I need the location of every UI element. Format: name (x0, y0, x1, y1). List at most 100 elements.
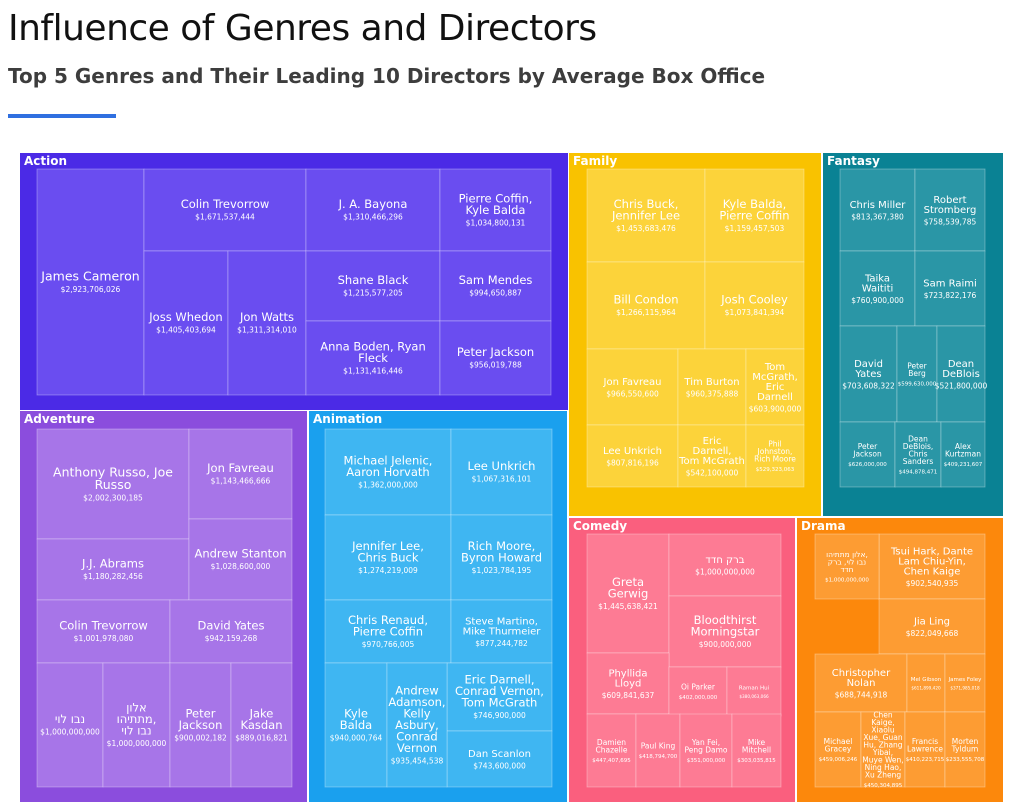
director-tile[interactable]: Bloodthirst Morningstar$900,000,000 (668, 595, 782, 668)
director-tile[interactable]: Andrew Adamson, Kelly Asbury, Conrad Vernon$9… (386, 662, 448, 788)
director-value: $902,540,935 (906, 579, 959, 588)
director-value: $900,002,182 (174, 733, 227, 742)
director-tile[interactable]: Rich Moore, Byron Howard$1,023,784,195 (450, 514, 553, 601)
director-name: Jon Favreau (603, 377, 662, 388)
director-tile[interactable]: Joss Whedon $1,405,403,694 (143, 250, 229, 396)
director-tile[interactable]: James Foley $371,985,018 (944, 653, 986, 713)
director-tile[interactable]: ברק חדד$1,000,000,000 (668, 533, 782, 597)
director-value: $994,650,887 (469, 289, 522, 298)
director-tile[interactable]: Eric Darnell, Conrad Vernon, Tom McGrath$7… (446, 662, 553, 732)
director-tile[interactable]: Robert Stromberg$758,539,785 (914, 168, 986, 252)
director-tile[interactable]: J. A. Bayona $1,310,466,296 (305, 168, 441, 252)
director-tile[interactable]: J.J. Abrams$1,180,282,456 (36, 538, 190, 601)
director-name: Michael Jelenic, Aaron Horvath (344, 453, 433, 479)
director-name: Francis Lawrence (907, 737, 943, 754)
director-tile[interactable]: Francis Lawrence $410,223,715 (904, 711, 946, 788)
director-tile[interactable]: Peter Jackson $956,019,788 (439, 320, 552, 396)
treemap-chart: ActionJames Cameron$2,923,706,026Colin T… (20, 153, 1003, 802)
director-tile[interactable]: Jon Watts $1,311,314,010 (227, 250, 307, 396)
director-value: $1,159,457,503 (725, 224, 785, 233)
director-tile[interactable]: Oi Parker $402,000,000 (668, 666, 728, 717)
director-tile[interactable]: Bill Condon$1,266,115,964 (586, 261, 706, 350)
director-value: $418,794,700 (639, 754, 678, 760)
director-tile[interactable]: James Cameron$2,923,706,026 (36, 168, 145, 396)
director-tile[interactable]: Paul King $418,794,700 (635, 713, 681, 788)
director-tile[interactable]: Josh Cooley$1,073,841,394 (704, 261, 805, 350)
director-value: $942,159,268 (205, 634, 258, 643)
director-tile[interactable]: Greta Gerwig$1,445,638,421 (586, 533, 670, 654)
director-value: $609,841,637 (602, 691, 655, 700)
director-tile[interactable]: Jon Favreau $1,143,466,666 (188, 428, 293, 520)
director-tile[interactable]: Tom McGrath, Eric Darnell$603,900,000 (745, 348, 805, 426)
director-tile[interactable]: Yan Fei, Peng Damo$351,000,000 (679, 713, 733, 788)
director-value: $822,049,668 (906, 629, 959, 638)
director-tile[interactable]: Michael Jelenic, Aaron Horvath$1,362,000,… (324, 428, 452, 516)
director-tile[interactable]: Jon Favreau$966,550,600 (586, 348, 679, 426)
director-tile[interactable]: David Yates$703,608,322 (839, 325, 898, 423)
director-value: $966,550,600 (606, 389, 659, 398)
director-tile[interactable]: נבו לוי $1,000,000,000 (36, 662, 104, 788)
director-tile[interactable]: Peter Berg $599,630,000 (896, 325, 938, 423)
director-value: $1,067,316,101 (472, 475, 532, 484)
director-tile[interactable]: Sam Raimi $723,822,176 (914, 250, 986, 327)
director-tile[interactable]: Morten Tyldum $233,555,708 (944, 711, 986, 788)
director-tile[interactable]: Chris Miller$813,367,380 (839, 168, 916, 252)
director-tile[interactable]: Lee Unkrich$807,816,196 (586, 424, 679, 488)
director-tile[interactable]: Alex Kurtzman$409,231,607 (940, 421, 986, 488)
director-tile[interactable]: Peter Jackson$626,000,000 (839, 421, 896, 488)
director-name: Andrew Stanton (194, 547, 286, 561)
director-value: $935,454,538 (391, 756, 444, 765)
director-tile[interactable]: Steve Martino, Mike Thurmeier $877,244,782 (450, 599, 553, 664)
director-tile[interactable]: Peter Jackson$900,002,182 (169, 662, 232, 788)
director-value: $1,000,000,000 (107, 739, 167, 748)
director-tile[interactable]: Anthony Russo, Joe Russo$2,002,300,185 (36, 428, 190, 540)
director-tile[interactable]: Michael Gracey $459,006,246 (814, 711, 862, 788)
director-tile-rect (668, 666, 728, 717)
director-value: $900,000,000 (699, 640, 752, 649)
director-tile[interactable]: Damien Chazelle $447,407,695 (586, 713, 637, 788)
director-name: Michael Gracey (824, 737, 853, 754)
director-value: $2,002,300,185 (83, 493, 143, 502)
director-tile[interactable]: Jia Ling $822,049,668 (878, 598, 986, 655)
director-tile[interactable]: Dean DeBlois$521,800,000 (935, 325, 988, 423)
director-value: $233,555,708 (946, 757, 985, 763)
director-tile[interactable]: Mike Mitchell$303,035,815 (731, 713, 782, 788)
director-tile[interactable]: Mel Gibson $611,899,420 (906, 653, 946, 713)
director-tile[interactable]: אלון מתתיהו, נבו לוי, ברק חדד$1,000,000,00… (814, 533, 880, 600)
director-name: Steve Martino, Mike Thurmeier (463, 616, 542, 637)
director-tile[interactable]: Chris Buck, Jennifer Lee$1,453,683,476 (586, 168, 706, 263)
director-tile[interactable]: Phil Johnston, Rich Moore$529,323,063 (745, 424, 805, 488)
director-tile[interactable]: Chen Kaige, Xiaolu Xue, Guan Hu, Zhang Yibai,… (860, 711, 906, 790)
director-tile[interactable]: Anna Boden, Ryan Fleck$1,131,416,446 (305, 320, 441, 396)
director-tile[interactable]: Chris Renaud, Pierre Coffin$970,766,005 (324, 599, 452, 664)
director-tile[interactable]: Dan Scanlon$743,600,000 (446, 730, 553, 788)
director-tile[interactable]: Kyle Balda$940,000,764 (324, 662, 388, 788)
director-tile[interactable]: Andrew Stanton$1,028,600,000 (188, 518, 293, 601)
director-tile[interactable]: Dean DeBlois, Chris Sanders$494,878,471 (894, 421, 942, 488)
director-tile[interactable]: Raman Hui $380,063,066 (726, 666, 782, 717)
director-tile[interactable]: Phyllida Lloyd$609,841,637 (586, 652, 670, 715)
director-tile[interactable]: Colin Trevorrow$1,001,978,080 (36, 599, 171, 664)
director-value: $521,800,000 (935, 381, 988, 390)
director-tile[interactable]: Jake Kasdan$889,016,821 (230, 662, 293, 788)
director-tile[interactable]: Tsui Hark, Dante Lam Chiu-Yin, Chen Kaige$… (878, 533, 986, 600)
director-name: Kyle Balda (340, 706, 372, 732)
director-tile[interactable]: Pierre Coffin, Kyle Balda$1,034,800,131 (439, 168, 552, 252)
director-tile[interactable]: Kyle Balda, Pierre Coffin$1,159,457,503 (704, 168, 805, 263)
director-tile[interactable]: Lee Unkrich $1,067,316,101 (450, 428, 553, 516)
director-name: Joss Whedon (148, 310, 222, 324)
director-value: $940,000,764 (330, 733, 383, 742)
director-name: David Yates (198, 619, 265, 633)
director-tile[interactable]: אלון מתתיהו, נבו לוי$1,000,000,000 (102, 662, 171, 788)
director-tile[interactable]: Eric Darnell, Tom McGrath$542,100,000 (677, 424, 747, 488)
director-value: $494,878,471 (899, 469, 938, 475)
director-tile[interactable]: Jennifer Lee, Chris Buck$1,274,219,009 (324, 514, 452, 601)
director-tile[interactable]: Colin Trevorrow $1,671,537,444 (143, 168, 307, 252)
director-value: $970,766,005 (362, 640, 415, 649)
director-tile[interactable]: Tim Burton$960,375,888 (677, 348, 747, 426)
director-tile[interactable]: Sam Mendes $994,650,887 (439, 250, 552, 322)
director-tile[interactable]: Shane Black $1,215,577,205 (305, 250, 441, 322)
director-tile[interactable]: Taika Waititi $760,900,000 (839, 250, 916, 327)
director-tile[interactable]: Christopher Nolan$688,744,918 (814, 653, 908, 713)
director-tile[interactable]: David Yates$942,159,268 (169, 599, 293, 664)
